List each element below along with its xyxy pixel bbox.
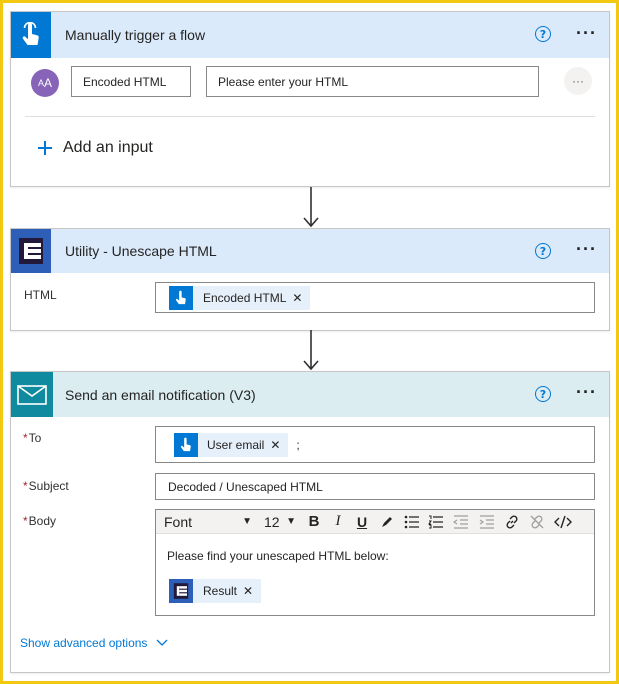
unescape-card-header[interactable]: Utility - Unescape HTML ? ··· [11,229,609,273]
result-token[interactable]: Result ✕ [169,579,262,603]
to-separator: ; [296,437,300,452]
numbered-list-icon[interactable] [424,510,448,534]
font-size-select[interactable]: 12 ▼ [258,510,302,534]
avatar: AA [31,69,59,97]
html-field[interactable]: Encoded HTML ✕ [155,282,595,313]
link-icon[interactable] [500,510,524,534]
email-title: Send an email notification (V3) [65,386,256,403]
encoded-html-token-label: Encoded HTML [203,290,287,305]
input-more-button[interactable]: ··· [564,67,592,95]
html-field-label: HTML [24,288,57,302]
help-circle-icon[interactable]: ? [535,243,551,259]
help-circle-icon[interactable]: ? [535,26,551,42]
unescape-title: Utility - Unescape HTML [65,243,217,259]
outdent-icon[interactable] [448,510,474,534]
to-field[interactable]: User email ✕ ; [155,426,595,463]
unlink-icon[interactable] [524,510,550,534]
trigger-hand-icon [11,12,51,58]
trigger-hand-icon [174,432,198,457]
underline-button[interactable]: U [350,510,374,534]
arrow-down-icon [303,330,319,371]
result-token-label: Result [203,584,238,598]
arrow-down-icon [303,187,319,228]
add-input-button[interactable]: Add an input [37,139,153,157]
plus-icon [38,141,52,155]
help-circle-icon[interactable]: ? [535,386,551,402]
font-select[interactable]: Font ▼ [156,510,258,534]
remove-token-icon[interactable]: ✕ [270,438,288,452]
utility-logo-icon [169,579,193,603]
add-input-label: Add an input [63,139,153,156]
show-advanced-options-link[interactable]: Show advanced options [20,636,168,650]
input-placeholder-field[interactable]: Please enter your HTML [206,66,539,97]
more-horizontal-icon[interactable]: ··· [576,24,597,42]
input-name-field[interactable]: Encoded HTML [71,66,191,97]
body-field-label: *Body [23,514,57,528]
mail-icon [11,372,53,417]
highlight-pen-icon[interactable] [374,510,400,534]
trigger-card-header[interactable]: Manually trigger a flow ? ··· [11,12,609,58]
input-placeholder-text: Please enter your HTML [218,74,349,89]
email-card-header[interactable]: Send an email notification (V3) ? ··· [11,372,609,417]
encoded-html-token[interactable]: Encoded HTML ✕ [169,285,311,310]
user-email-token[interactable]: User email ✕ [174,432,289,457]
trigger-hand-icon [169,285,193,310]
more-horizontal-icon[interactable]: ··· [576,383,597,401]
caret-down-icon: ▼ [286,516,296,527]
trigger-card: Manually trigger a flow ? ··· AA Encoded… [10,11,610,187]
trigger-title: Manually trigger a flow [65,27,206,43]
subject-field-label: *Subject [23,479,69,493]
chevron-down-icon [156,639,168,646]
to-field-label: *To [23,431,42,445]
remove-token-icon[interactable]: ✕ [243,584,261,598]
rich-text-toolbar: Font ▼ 12 ▼ B I U [156,510,594,534]
code-view-icon[interactable] [550,510,576,534]
subject-value: Decoded / Unescaped HTML [168,479,323,494]
body-text: Please find your unescaped HTML below: [167,549,389,563]
caret-down-icon: ▼ [242,516,252,527]
divider [25,116,595,117]
email-card: Send an email notification (V3) ? ··· *T… [10,371,610,673]
input-name-value: Encoded HTML [83,74,167,89]
indent-icon[interactable] [474,510,500,534]
subject-field[interactable]: Decoded / Unescaped HTML [155,473,595,500]
bold-button[interactable]: B [302,510,326,534]
user-email-token-label: User email [207,437,265,452]
remove-token-icon[interactable]: ✕ [292,291,310,305]
utility-logo-icon [11,229,51,273]
unescape-card: Utility - Unescape HTML ? ··· HTML Encod… [10,228,610,331]
body-editor[interactable]: Font ▼ 12 ▼ B I U Please find your unesc… [155,509,595,616]
italic-button[interactable]: I [326,510,350,534]
more-horizontal-icon[interactable]: ··· [576,240,597,258]
bullet-list-icon[interactable] [400,510,424,534]
